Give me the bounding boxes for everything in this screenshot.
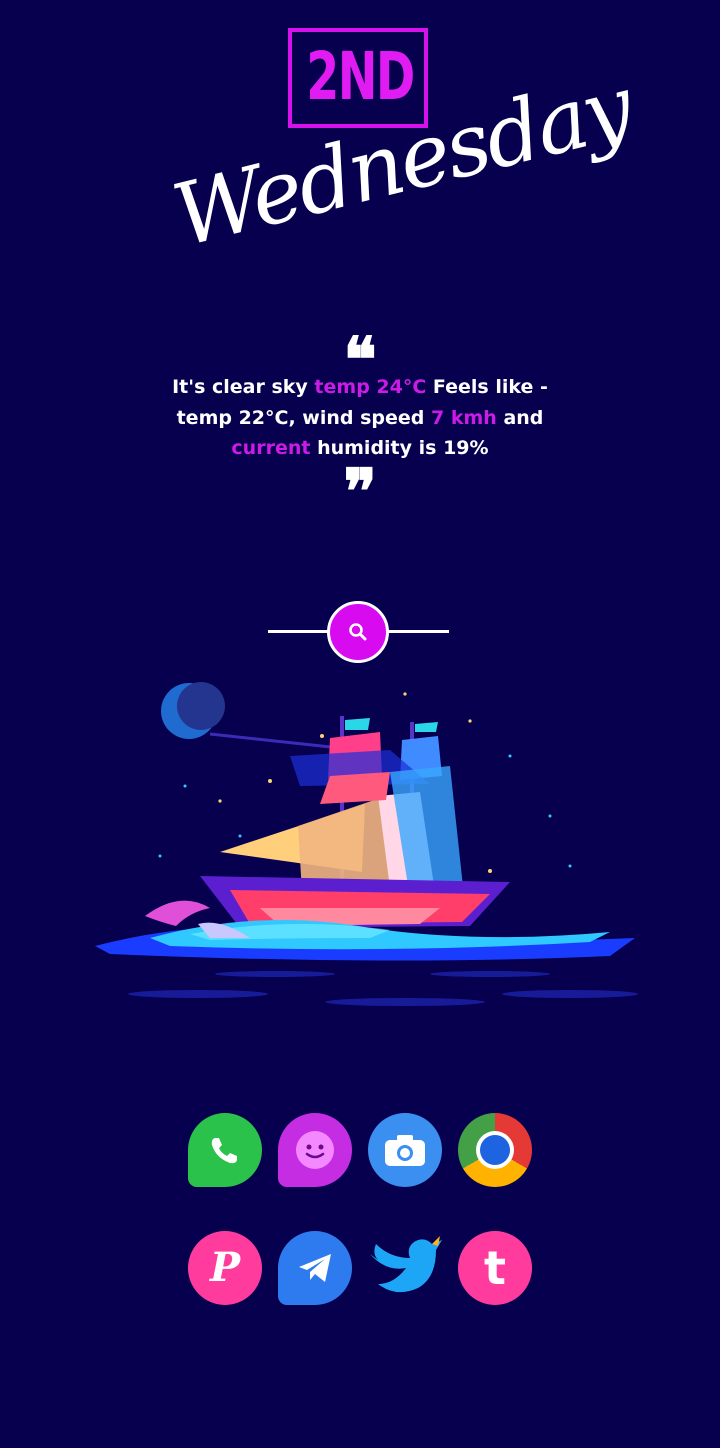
close-quote-icon: ❞ — [343, 455, 377, 528]
weather-text-1: It's clear sky — [172, 376, 308, 398]
chrome-app-icon[interactable] — [458, 1113, 532, 1187]
search-line-right — [388, 630, 449, 633]
letter-t-icon: t — [484, 1241, 506, 1295]
weather-wind: 7 kmh — [431, 406, 497, 429]
messages-app-icon[interactable] — [278, 1113, 352, 1187]
paper-plane-icon — [299, 1254, 331, 1282]
camera-icon — [385, 1135, 425, 1166]
tumblr-app-icon[interactable]: t — [458, 1231, 532, 1305]
whatsapp-phone-icon — [211, 1138, 237, 1164]
sailing-ship-illustration — [95, 682, 638, 1006]
camera-app-icon[interactable] — [368, 1113, 442, 1187]
smiley-chat-icon — [296, 1131, 334, 1169]
telegram-app-icon[interactable] — [278, 1231, 352, 1305]
letter-p-icon: P — [209, 1244, 241, 1291]
weather-current: current — [231, 437, 311, 459]
weather-text-3: and — [503, 406, 544, 429]
bird-icon — [370, 1236, 442, 1293]
search-line-left — [268, 630, 330, 633]
chrome-icon — [476, 1131, 514, 1169]
twitter-app-icon[interactable] — [366, 1232, 444, 1304]
weather-summary: It's clear sky temp 24°C Feels like - te… — [170, 372, 550, 464]
pinterest-app-icon[interactable]: P — [188, 1231, 262, 1305]
phone-app-icon[interactable] — [188, 1113, 262, 1187]
search-icon — [349, 623, 367, 641]
search-button[interactable] — [327, 601, 389, 663]
weather-temp: temp 24°C — [314, 376, 427, 398]
